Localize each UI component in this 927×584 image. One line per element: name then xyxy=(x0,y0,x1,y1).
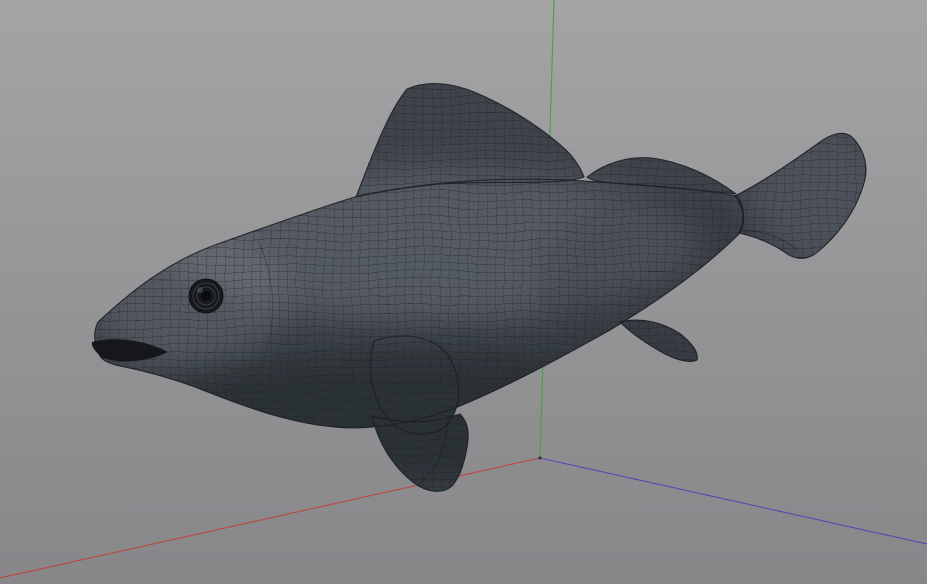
viewport-canvas[interactable] xyxy=(0,0,927,584)
fish-eye xyxy=(188,278,224,314)
eye-highlight xyxy=(197,287,203,293)
axes-origin-point xyxy=(538,456,542,460)
viewport-3d[interactable] xyxy=(0,0,927,584)
